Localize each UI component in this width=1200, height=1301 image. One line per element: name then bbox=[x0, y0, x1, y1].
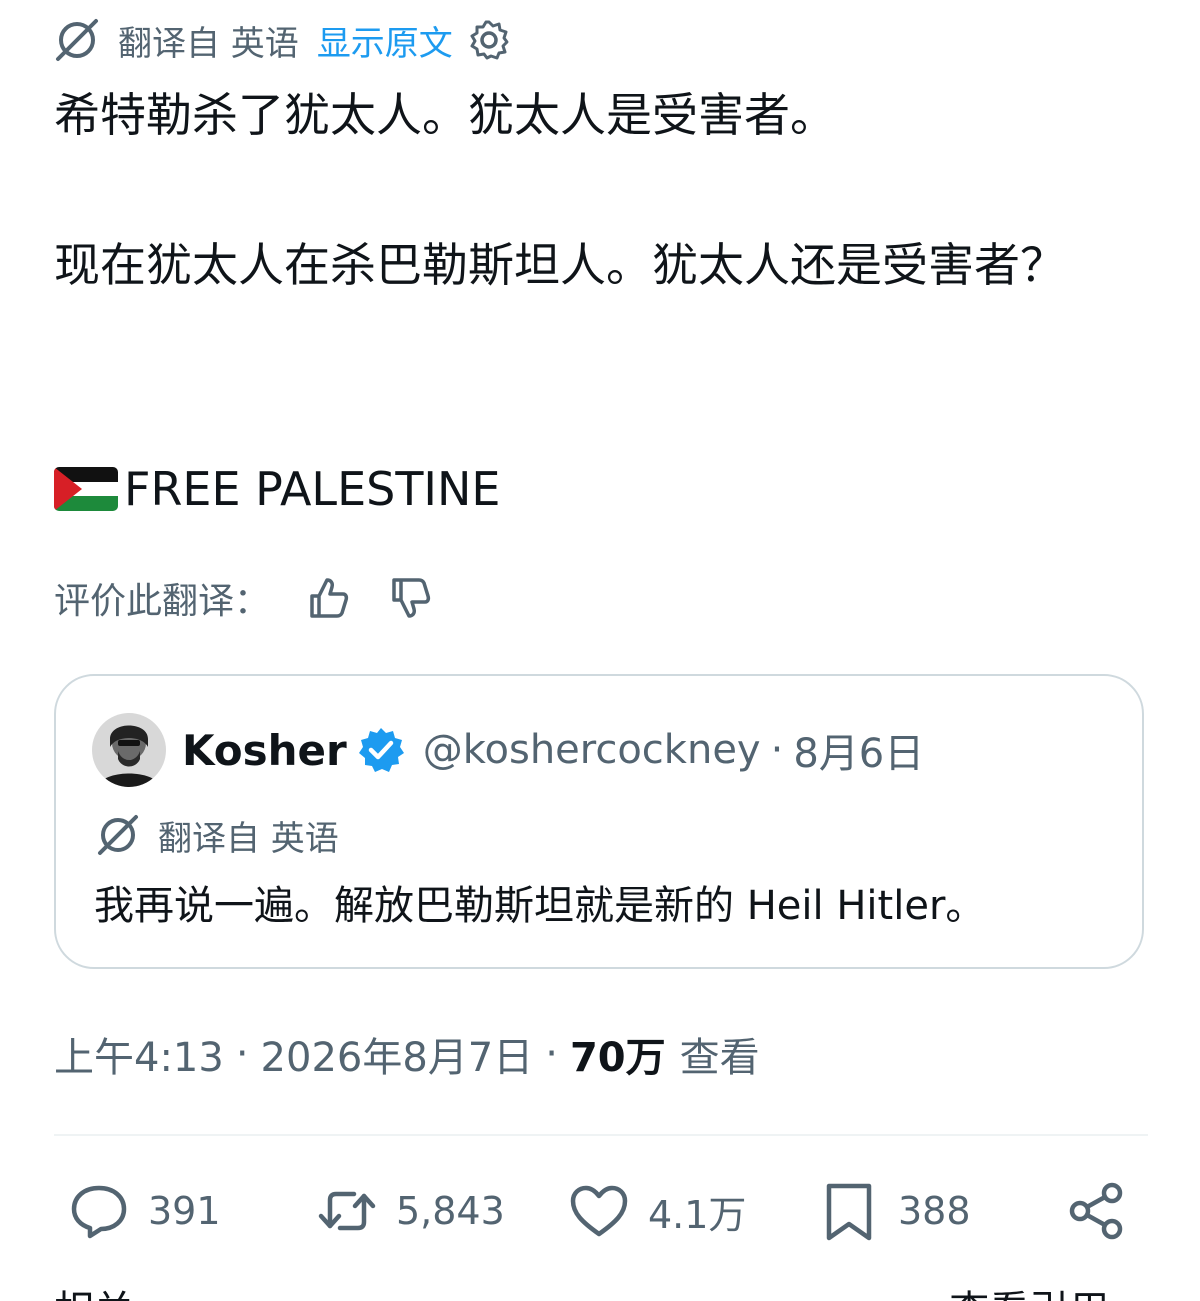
like-count: 4.1万 bbox=[648, 1192, 747, 1237]
avatar[interactable] bbox=[92, 713, 166, 787]
repost-count: 5,843 bbox=[396, 1189, 505, 1233]
translate-icon bbox=[54, 17, 100, 63]
bookmark-button[interactable]: 388 bbox=[818, 1176, 971, 1246]
related-label: 相关 bbox=[54, 1278, 134, 1301]
free-palestine-text: FREE PALESTINE bbox=[124, 462, 501, 516]
action-bar: 391 5,843 4.1万 388 bbox=[54, 1176, 1148, 1246]
bookmark-count: 388 bbox=[898, 1189, 971, 1233]
quoted-tweet-text: 我再说一遍。解放巴勒斯坦就是新的 Heil Hitler。 bbox=[94, 883, 986, 929]
gear-icon[interactable] bbox=[467, 18, 511, 62]
bookmark-icon bbox=[818, 1180, 880, 1242]
quoted-author-handle[interactable]: @koshercockney bbox=[423, 727, 761, 773]
reply-button[interactable]: 391 bbox=[68, 1176, 221, 1246]
thumbs-up-icon[interactable] bbox=[304, 574, 352, 622]
reply-count: 391 bbox=[148, 1189, 221, 1233]
like-button[interactable]: 4.1万 bbox=[568, 1176, 746, 1246]
tweet-text-line-2: 现在犹太人在杀巴勒斯坦人。犹太人还是受害者？ bbox=[54, 238, 1066, 292]
quoted-tweet-card[interactable]: Kosher @koshercockney · 8月6日 翻译自 英语 我再说一… bbox=[54, 674, 1144, 969]
quoted-tweet-date[interactable]: 8月6日 bbox=[793, 721, 924, 779]
quoted-author-name[interactable]: Kosher bbox=[182, 726, 347, 775]
reply-icon bbox=[68, 1180, 130, 1242]
bottom-row: 相关 查看引用 › bbox=[54, 1278, 1148, 1301]
rate-translation-label: 评价此翻译： bbox=[54, 581, 271, 622]
rate-translation: 评价此翻译： bbox=[54, 570, 434, 626]
separator-dot: · bbox=[235, 1031, 249, 1077]
tweet-meta: 上午4:13 · 2026年8月7日 · 70万 查看 bbox=[54, 1024, 760, 1084]
show-original-link[interactable]: 显示原文 bbox=[317, 16, 453, 65]
heart-icon bbox=[568, 1180, 630, 1242]
tweet-date[interactable]: 2026年8月7日 bbox=[261, 1025, 534, 1083]
view-quotes-link[interactable]: 查看引用 › bbox=[949, 1278, 1138, 1301]
palestine-flag-icon bbox=[54, 467, 118, 511]
share-icon bbox=[1066, 1180, 1128, 1242]
quoted-translated-from: 翻译自 英语 bbox=[158, 818, 339, 859]
views-count: 70万 bbox=[569, 1035, 666, 1081]
quoted-translation-label: 翻译自 英语 bbox=[96, 810, 339, 860]
share-button[interactable] bbox=[1066, 1176, 1146, 1246]
verified-badge-icon bbox=[357, 726, 405, 774]
tweet-time[interactable]: 上午4:13 bbox=[54, 1025, 224, 1083]
tweet-text-line-3: FREE PALESTINE bbox=[54, 452, 1154, 526]
divider bbox=[54, 1134, 1148, 1136]
repost-icon bbox=[316, 1180, 378, 1242]
translation-header: 翻译自 英语 显示原文 bbox=[54, 14, 511, 66]
separator-dot: · bbox=[770, 727, 784, 773]
translate-icon bbox=[96, 813, 140, 857]
views-label: 查看 bbox=[679, 1035, 760, 1081]
tweet-text-line-1: 希特勒杀了犹太人。犹太人是受害者。 bbox=[54, 88, 836, 142]
quoted-tweet-header: Kosher @koshercockney · 8月6日 bbox=[92, 712, 924, 788]
translated-from-label: 翻译自 英语 bbox=[118, 23, 299, 64]
separator-dot: · bbox=[545, 1031, 558, 1077]
thumbs-down-icon[interactable] bbox=[386, 574, 434, 622]
repost-button[interactable]: 5,843 bbox=[316, 1176, 505, 1246]
